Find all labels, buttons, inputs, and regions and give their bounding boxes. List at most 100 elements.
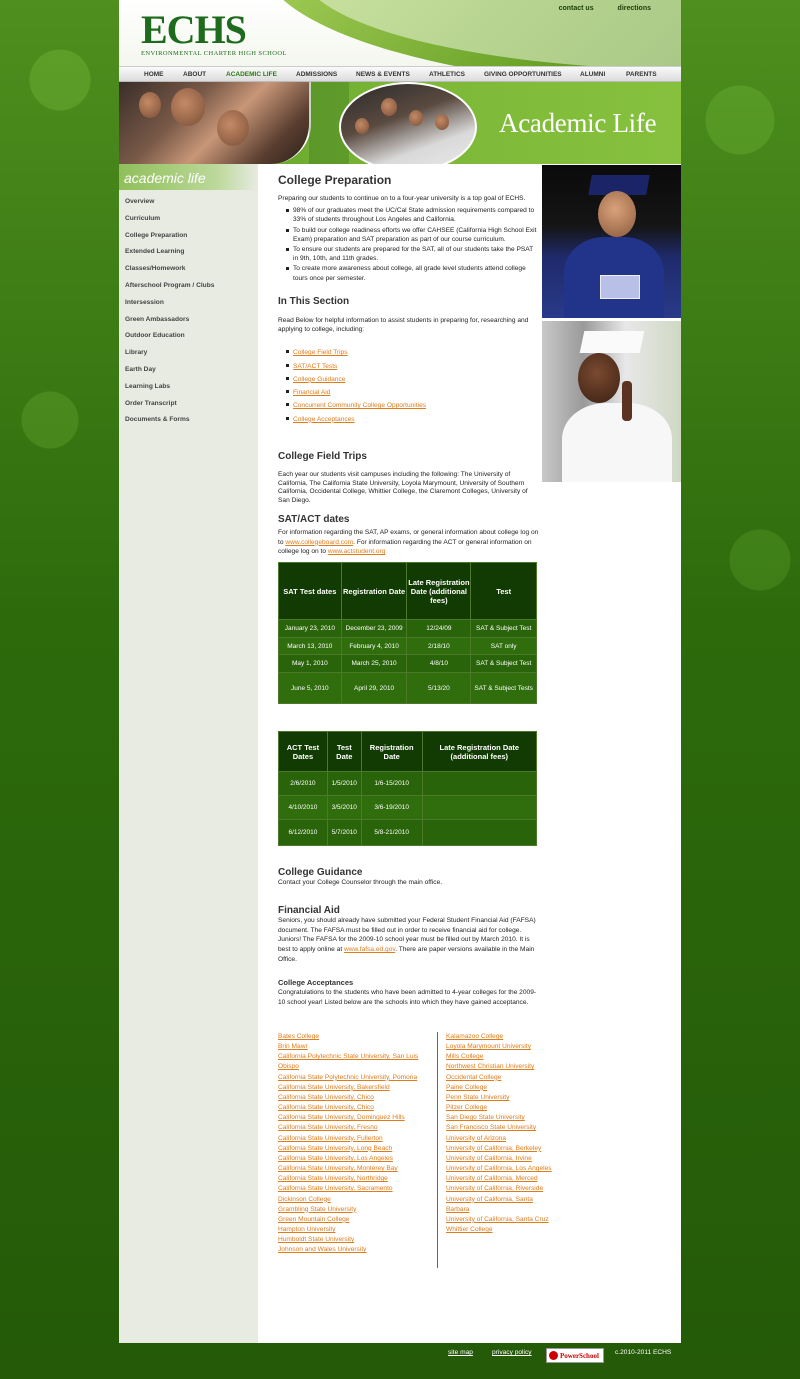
college-list-left: Bates College Brin Mawr California Polyt…	[278, 1032, 428, 1255]
link-concurrent-college[interactable]: Concurrent Community College Opportuniti…	[293, 402, 426, 409]
directions-link[interactable]: directions	[618, 5, 651, 12]
highlight-item: To create more awareness about college, …	[286, 264, 540, 282]
college-link[interactable]: Paine College	[446, 1083, 556, 1093]
college-link[interactable]: California State University, Dominguez H…	[278, 1113, 428, 1123]
college-link[interactable]: California State University, Sacramento	[278, 1184, 428, 1194]
nav-athletics[interactable]: ATHLETICS	[429, 71, 465, 78]
college-link[interactable]: California State University, Los Angeles	[278, 1154, 428, 1164]
college-link[interactable]: California Polytechnic State University,…	[278, 1052, 428, 1072]
sidebar-item-curriculum[interactable]: Curriculum	[119, 215, 258, 232]
college-link[interactable]: Northwest Christian University	[446, 1062, 556, 1072]
college-link[interactable]: Hampton University	[278, 1225, 428, 1235]
college-link[interactable]: Green Mountain College	[278, 1215, 428, 1225]
college-link[interactable]: Kalamazoo College	[446, 1032, 556, 1042]
aid-text: Seniors, you should already have submitt…	[278, 916, 540, 965]
nav-about[interactable]: ABOUT	[183, 71, 206, 78]
site-header: ECHS ENVIRONMENTAL CHARTER HIGH SCHOOL c…	[119, 0, 681, 66]
sidebar-item-overview[interactable]: Overview	[119, 198, 258, 215]
college-link[interactable]: Dickinson College	[278, 1195, 428, 1205]
college-link[interactable]: Humboldt State University	[278, 1235, 428, 1245]
fafsa-link[interactable]: www.fafsa.ed.gov	[344, 946, 395, 953]
college-link[interactable]: California State University, Chico	[278, 1103, 428, 1113]
graduate-face	[578, 353, 620, 403]
college-link[interactable]: California State Polytechnic University,…	[278, 1073, 428, 1083]
sat-act-text: For information regarding the SAT, AP ex…	[278, 528, 540, 557]
college-link[interactable]: California State University, Bakersfield	[278, 1083, 428, 1093]
banner-title: Academic Life	[499, 108, 657, 138]
table-cell: March 13, 2010	[278, 637, 342, 655]
graduate-photo-2	[542, 321, 681, 482]
college-link[interactable]: Penn State University	[446, 1093, 556, 1103]
link-financial-aid[interactable]: Financial Aid	[293, 389, 330, 396]
link-college-acceptances[interactable]: College Acceptances	[293, 416, 355, 423]
college-link[interactable]: University of California, Irvine	[446, 1154, 556, 1164]
powerschool-badge[interactable]: PowerSchool	[546, 1348, 604, 1363]
college-link[interactable]: University of California, Santa Cruz	[446, 1215, 556, 1225]
sidebar-item-afterschool[interactable]: Afterschool Program / Clubs	[119, 282, 258, 299]
sidebar-item-classes-homework[interactable]: Classes/Homework	[119, 265, 258, 282]
college-link[interactable]: California State University, Long Beach	[278, 1144, 428, 1154]
nav-admissions[interactable]: ADMISSIONS	[296, 71, 337, 78]
sidebar-menu: Overview Curriculum College Preparation …	[119, 198, 258, 433]
college-link[interactable]: University of California, Riverside	[446, 1184, 556, 1194]
college-link[interactable]: California State University, Northridge	[278, 1174, 428, 1184]
college-link[interactable]: Johnson and Wales University	[278, 1245, 428, 1255]
table-cell	[421, 795, 538, 820]
table-row: May 1, 2010 March 25, 2010 4/8/10 SAT & Sub…	[278, 654, 537, 673]
site-logo[interactable]: ECHS ENVIRONMENTAL CHARTER HIGH SCHOOL	[141, 10, 287, 58]
sidebar-item-college-preparation[interactable]: College Preparation	[119, 232, 258, 249]
table-row: March 13, 2010 February 4, 2010 2/18/10 SAT…	[278, 637, 537, 655]
link-sat-act-tests[interactable]: SAT/ACT Tests	[293, 363, 337, 370]
main-nav: HOME ABOUT ACADEMIC LIFE ADMISSIONS NEWS…	[119, 66, 681, 82]
college-link[interactable]: University of California, Merced	[446, 1174, 556, 1184]
college-link[interactable]: University of California, Los Angeles	[446, 1164, 556, 1174]
college-link[interactable]: Loyola Marymount University	[446, 1042, 556, 1052]
nav-giving-opportunities[interactable]: GIVING OPPORTUNITIES	[484, 71, 562, 78]
nav-alumni[interactable]: ALUMNI	[580, 71, 605, 78]
college-link[interactable]: California State University, Chico	[278, 1093, 428, 1103]
college-link[interactable]: San Francisco State University	[446, 1123, 556, 1133]
college-link[interactable]: Grambling State University	[278, 1205, 428, 1215]
college-link[interactable]: Whittier College	[446, 1225, 556, 1235]
college-link[interactable]: San Diego State University	[446, 1113, 556, 1123]
college-link[interactable]: California State University, Fullerton	[278, 1134, 428, 1144]
college-link[interactable]: California State University, Fresno	[278, 1123, 428, 1133]
nav-news-events[interactable]: NEWS & EVENTS	[356, 71, 410, 78]
table-cell: 1/5/2010	[326, 771, 362, 796]
sidebar-item-documents-forms[interactable]: Documents & Forms	[119, 416, 258, 433]
sidebar-item-extended-learning[interactable]: Extended Learning	[119, 248, 258, 265]
sidebar-item-earth-day[interactable]: Earth Day	[119, 366, 258, 383]
intro-text: Preparing our students to continue on to…	[278, 195, 526, 202]
college-link[interactable]: Bates College	[278, 1032, 428, 1042]
table-cell: 2/6/2010	[278, 771, 328, 796]
actstudent-link[interactable]: www.actstudent.org	[328, 548, 386, 555]
nav-home[interactable]: HOME	[144, 71, 164, 78]
privacy-policy-link[interactable]: privacy policy	[492, 1349, 532, 1356]
college-link[interactable]: California State University, Monterey Ba…	[278, 1164, 428, 1174]
contact-us-link[interactable]: contact us	[559, 5, 594, 12]
college-link[interactable]: Pitzer College	[446, 1103, 556, 1113]
link-college-field-trips[interactable]: College Field Trips	[293, 349, 348, 356]
sat-act-title: SAT/ACT dates	[278, 514, 350, 525]
link-college-guidance[interactable]: College Guidance	[293, 376, 345, 383]
sidebar-item-outdoor-education[interactable]: Outdoor Education	[119, 332, 258, 349]
table-cell: February 4, 2010	[340, 637, 408, 655]
sidebar-item-green-ambassadors[interactable]: Green Ambassadors	[119, 316, 258, 333]
site-map-link[interactable]: site map	[448, 1349, 473, 1356]
table-header: Test	[470, 562, 537, 620]
college-link[interactable]: University of California, Santa Barbara	[446, 1195, 556, 1215]
nav-academic-life[interactable]: ACADEMIC LIFE	[226, 71, 277, 78]
collegeboard-link[interactable]: www.collegeboard.com	[285, 539, 353, 546]
nav-parents[interactable]: PARENTS	[626, 71, 657, 78]
college-link[interactable]: University of California, Berkeley	[446, 1144, 556, 1154]
accept-text: Congratulations to the students who have…	[278, 988, 537, 1006]
college-link[interactable]: Brin Mawr	[278, 1042, 428, 1052]
college-link[interactable]: University of Arizona	[446, 1134, 556, 1144]
college-link[interactable]: Mills College	[446, 1052, 556, 1062]
sidebar-item-order-transcript[interactable]: Order Transcript	[119, 400, 258, 417]
sidebar-item-library[interactable]: Library	[119, 349, 258, 366]
table-cell: 3/6-19/2010	[360, 795, 423, 820]
sidebar-item-learning-labs[interactable]: Learning Labs	[119, 383, 258, 400]
sidebar-item-intersession[interactable]: Intersession	[119, 299, 258, 316]
college-link[interactable]: Occidental College	[446, 1073, 556, 1083]
